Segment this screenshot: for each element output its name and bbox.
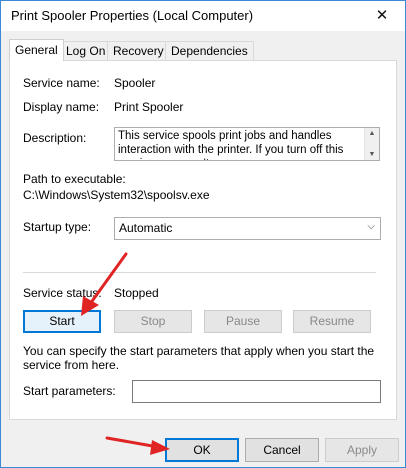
chevron-down-icon: ⌵ (367, 221, 375, 232)
stop-button-label: Stop (140, 314, 166, 328)
service-name-label: Service name: (23, 76, 100, 90)
resume-button[interactable]: Resume (293, 310, 371, 333)
tab-recovery[interactable]: Recovery (107, 41, 170, 61)
pause-button[interactable]: Pause (204, 310, 282, 333)
tab-general[interactable]: General (9, 39, 64, 61)
tab-dependencies[interactable]: Dependencies (165, 41, 254, 61)
start-params-hint: You can specify the start parameters tha… (23, 344, 375, 372)
start-button[interactable]: Start (23, 310, 101, 333)
general-panel: Service name: Spooler Display name: Prin… (9, 60, 397, 420)
pause-button-label: Pause (225, 314, 261, 328)
apply-button[interactable]: Apply (325, 438, 399, 462)
service-name-value: Spooler (114, 76, 156, 90)
display-name-label: Display name: (23, 100, 100, 114)
stop-button[interactable]: Stop (114, 310, 192, 333)
description-scrollbar[interactable]: ▲ ▼ (364, 128, 379, 160)
service-status-value: Stopped (114, 286, 159, 300)
description-box[interactable]: This service spools print jobs and handl… (114, 127, 380, 161)
cancel-button-label: Cancel (263, 443, 301, 457)
start-params-label: Start parameters: (23, 384, 116, 398)
description-label: Description: (23, 131, 87, 145)
start-params-input[interactable] (132, 380, 381, 403)
cancel-button[interactable]: Cancel (245, 438, 319, 462)
scroll-up-icon[interactable]: ▲ (365, 130, 379, 137)
startup-type-label: Startup type: (23, 220, 92, 234)
close-icon[interactable]: ✕ (359, 1, 405, 31)
tab-log-on[interactable]: Log On (60, 41, 112, 61)
ok-button[interactable]: OK (165, 438, 239, 462)
divider (23, 272, 376, 273)
service-status-label: Service status: (23, 286, 102, 300)
properties-window: Print Spooler Properties (Local Computer… (0, 0, 406, 468)
tab-dependencies-label: Dependencies (171, 44, 248, 58)
tab-general-label: General (15, 43, 58, 57)
tab-log-on-label: Log On (66, 44, 106, 58)
path-value: C:\Windows\System32\spoolsv.exe (23, 188, 210, 202)
window-title: Print Spooler Properties (Local Computer… (11, 8, 254, 23)
startup-type-value: Automatic (119, 221, 173, 235)
scroll-down-icon[interactable]: ▼ (365, 151, 379, 158)
apply-button-label: Apply (346, 443, 378, 457)
title-bar: Print Spooler Properties (Local Computer… (1, 1, 405, 31)
path-label: Path to executable: (23, 172, 126, 186)
start-button-label: Start (49, 314, 75, 328)
description-text: This service spools print jobs and handl… (118, 130, 344, 160)
startup-type-select[interactable]: Automatic ⌵ (114, 217, 381, 240)
tab-recovery-label: Recovery (113, 44, 164, 58)
ok-button-label: OK (193, 443, 211, 457)
display-name-value: Print Spooler (114, 100, 184, 114)
resume-button-label: Resume (309, 314, 355, 328)
